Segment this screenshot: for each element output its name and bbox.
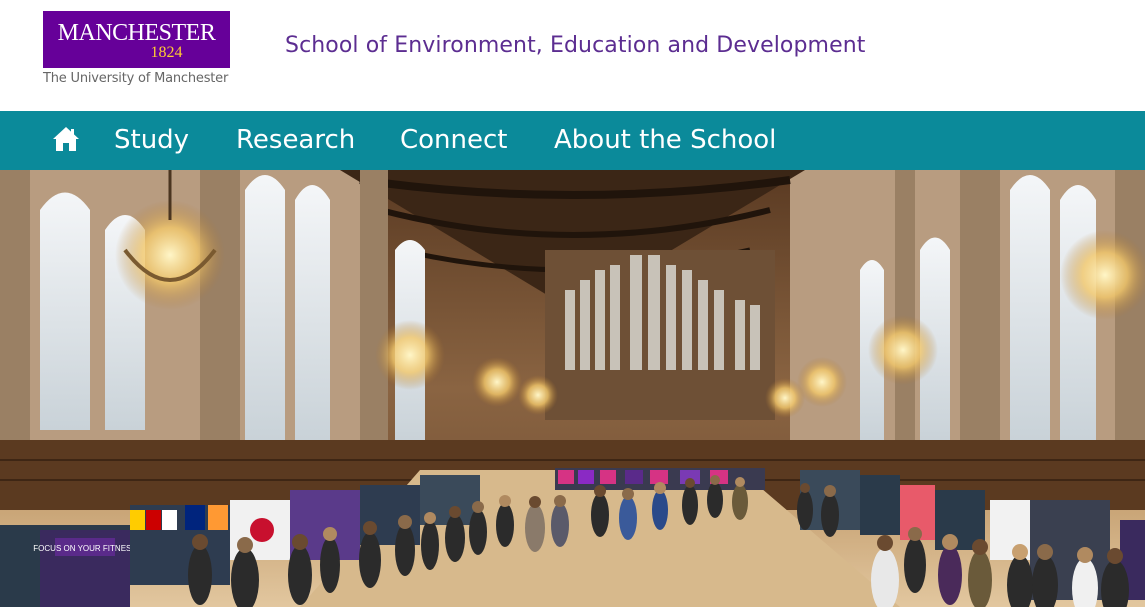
logo-subtitle: The University of Manchester: [43, 71, 229, 86]
logo-year: 1824: [150, 43, 183, 61]
site-header: MANCHESTER 1824 The University of Manche…: [0, 0, 1145, 111]
fitness-sign: FOCUS ON YOUR FITNESS: [33, 544, 136, 553]
nav-about-the-school[interactable]: About the School: [554, 125, 776, 155]
hero-image: FOCUS ON YOUR FITNESS: [0, 170, 1145, 607]
main-navigation: Study Research Connect About the School: [0, 111, 1145, 170]
nav-connect[interactable]: Connect: [400, 125, 508, 155]
nav-research[interactable]: Research: [236, 125, 355, 155]
university-logo[interactable]: MANCHESTER 1824: [43, 11, 230, 68]
school-title[interactable]: School of Environment, Education and Dev…: [285, 33, 866, 58]
nav-study[interactable]: Study: [114, 125, 189, 155]
great-hall-photo: FOCUS ON YOUR FITNESS: [0, 170, 1145, 607]
logo-wordmark: MANCHESTER: [57, 19, 216, 46]
home-icon[interactable]: [52, 125, 80, 153]
